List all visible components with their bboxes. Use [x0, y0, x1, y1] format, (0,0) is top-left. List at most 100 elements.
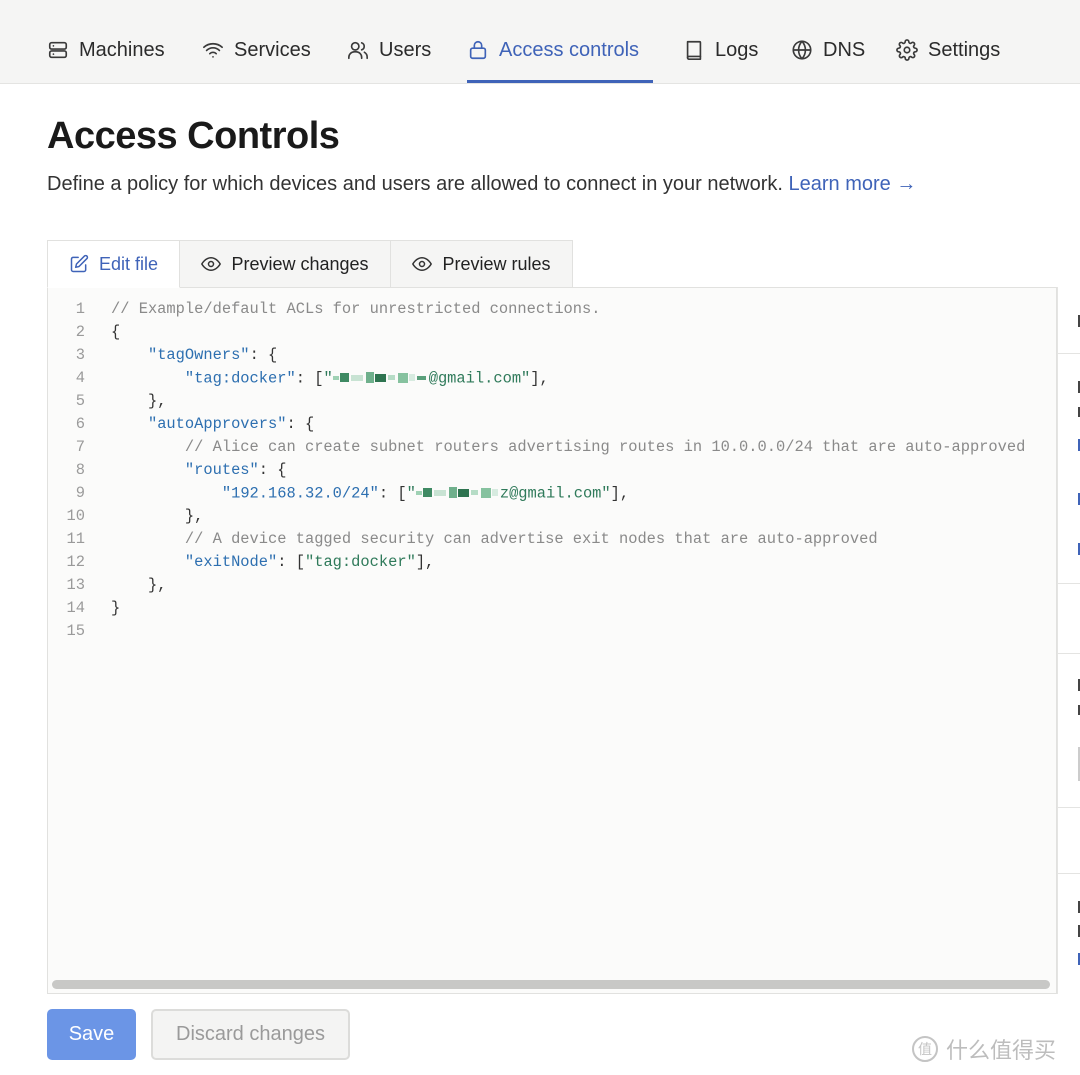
code-comment: // A device tagged security can advertis…: [184, 530, 878, 548]
redaction-block: [470, 490, 478, 496]
nav-logs-label: Logs: [715, 38, 759, 61]
code-punctuation: }: [111, 599, 121, 617]
code-comment: // Example/default ACLs for unrestricted…: [111, 300, 601, 318]
redaction-block: [387, 375, 395, 381]
nav-dns[interactable]: DNS: [791, 34, 865, 66]
lock-icon: [469, 40, 487, 60]
discard-changes-button[interactable]: Discard changes: [151, 1009, 350, 1060]
code-string: ": [406, 484, 416, 503]
code-editor[interactable]: 15 14} 13 }, 12 "exitNode": ["tag:docker"],…: [47, 287, 1057, 994]
line-text: {: [111, 321, 120, 344]
line-number: 15: [66, 622, 85, 640]
redaction-block: [422, 488, 432, 498]
line-number: 7: [75, 438, 85, 456]
redaction-block: [433, 489, 446, 496]
top-nav: Machines Services Users Access controls …: [0, 0, 1080, 84]
wifi-icon: [203, 42, 223, 58]
code-key: "exitNode": [184, 553, 278, 571]
server-icon: [48, 41, 68, 59]
tab-preview-changes[interactable]: Preview changes: [179, 240, 391, 288]
line-text: "exitNode": ["tag:docker"],: [111, 551, 434, 574]
redacted-email: [415, 482, 500, 505]
line-number: 1: [75, 300, 85, 318]
redaction-block: [415, 490, 422, 495]
nav-users-label: Users: [379, 38, 432, 61]
nav-users[interactable]: Users: [347, 34, 431, 66]
eye-icon: [201, 257, 222, 271]
line-number: 10: [66, 507, 85, 525]
learn-more-link[interactable]: Learn more →: [789, 173, 917, 195]
code-punctuation: ],: [530, 369, 549, 388]
gear-icon: [896, 39, 918, 61]
line-text: // Alice can create subnet routers adver…: [111, 436, 1025, 459]
line-number: 3: [75, 346, 85, 364]
redaction-block: [416, 375, 426, 380]
line-number: 8: [75, 461, 85, 479]
book-icon: [686, 40, 702, 60]
nav-machines[interactable]: Machines: [47, 34, 165, 66]
code-comment: // Alice can create subnet routers adver…: [184, 438, 1026, 456]
line-text: "192.168.32.0/24": [" z@gmail.com"],: [111, 482, 629, 506]
line-number: 12: [66, 553, 85, 571]
line-number: 13: [66, 576, 85, 594]
redaction-block: [480, 487, 491, 498]
page-description: Define a policy for which devices and us…: [47, 173, 916, 196]
side-panel-divider: [1058, 353, 1080, 354]
save-button[interactable]: Save: [47, 1009, 136, 1060]
watermark: 值 什么值得买: [912, 1032, 1056, 1066]
code-key: "tag:docker": [184, 369, 296, 388]
nav-settings-label: Settings: [928, 38, 1001, 61]
nav-access-controls[interactable]: Access controls: [467, 34, 639, 66]
code-key: "routes": [184, 461, 259, 479]
line-text: "tag:docker": [" @gmail.com"],: [111, 367, 549, 391]
nav-dns-label: DNS: [823, 38, 866, 61]
page-description-text: Define a policy for which devices and us…: [47, 173, 789, 195]
line-text: },: [111, 390, 166, 413]
line-text: "routes": {: [111, 459, 287, 482]
redaction-block: [332, 375, 339, 380]
line-text: }: [111, 597, 120, 620]
code-punctuation: : [: [378, 484, 407, 503]
redaction-block: [374, 373, 386, 382]
side-panel-divider: [1058, 583, 1080, 584]
line-text: "tagOwners": {: [111, 344, 277, 367]
line-number: 2: [75, 323, 85, 341]
nav-services[interactable]: Services: [202, 34, 311, 66]
horizontal-scrollbar[interactable]: [52, 980, 1050, 989]
side-panel-divider: [1058, 653, 1080, 654]
nav-logs[interactable]: Logs: [683, 34, 758, 66]
tab-preview-rules[interactable]: Preview rules: [390, 240, 573, 288]
code-string: ": [323, 369, 333, 388]
eye-icon: [412, 257, 433, 271]
code-punctuation: },: [147, 576, 167, 594]
code-punctuation: : {: [249, 346, 278, 364]
line-text: },: [111, 505, 203, 528]
code-punctuation: : {: [258, 461, 287, 479]
nav-settings[interactable]: Settings: [896, 34, 1000, 66]
watermark-text: 什么值得买: [946, 1039, 1057, 1064]
line-number: 6: [75, 415, 85, 433]
code-string: "tag:docker": [304, 553, 416, 571]
code-punctuation: },: [184, 507, 204, 525]
code-string: z@gmail.com": [499, 484, 611, 503]
users-icon: [348, 41, 368, 60]
code-punctuation: ],: [415, 553, 435, 571]
line-number: 4: [75, 369, 85, 387]
code-punctuation: {: [111, 323, 121, 341]
line-text: "autoApprovers": {: [111, 413, 314, 436]
code-punctuation: : [: [277, 553, 305, 571]
tab-edit-file[interactable]: Edit file: [47, 240, 180, 288]
line-number: 5: [75, 392, 85, 410]
redaction-block: [339, 373, 349, 383]
tab-preview-changes-label: Preview changes: [231, 253, 369, 274]
code-punctuation: },: [147, 392, 167, 410]
redaction-block: [491, 489, 498, 497]
